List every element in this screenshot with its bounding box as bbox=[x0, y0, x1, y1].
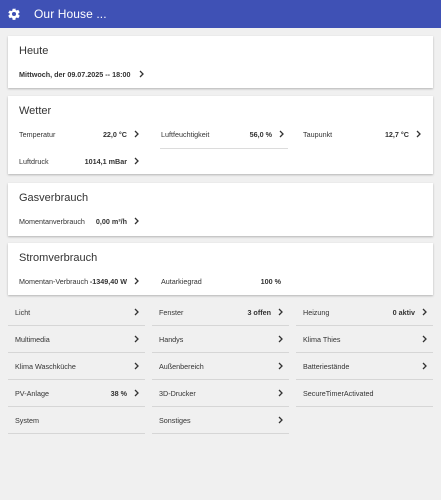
grid-item-handys[interactable]: Handys bbox=[152, 326, 289, 353]
chevron-right-icon bbox=[131, 308, 141, 316]
temperature-value: 22,0 °C bbox=[102, 129, 127, 139]
grid-item-pv-anlage[interactable]: PV-Anlage 38 % bbox=[8, 380, 145, 407]
grid-item-label: Sonstiges bbox=[159, 415, 191, 425]
grid-item-value: 3 offen bbox=[247, 307, 271, 317]
grid-item-multimedia[interactable]: Multimedia bbox=[8, 326, 145, 353]
chevron-right-icon bbox=[131, 157, 141, 165]
grid-item-label: Batteriestände bbox=[303, 361, 350, 371]
chevron-right-icon bbox=[275, 308, 285, 316]
chevron-right-icon bbox=[136, 70, 146, 78]
grid-item-label: System bbox=[15, 415, 39, 425]
dewpoint-row[interactable]: Taupunkt 12,7 °C bbox=[303, 128, 423, 140]
chevron-right-icon bbox=[275, 389, 285, 397]
grid-item-sonstiges[interactable]: Sonstiges bbox=[152, 407, 289, 434]
chevron-right-icon bbox=[275, 362, 285, 370]
chevron-right-icon bbox=[131, 130, 141, 138]
grid-item-klima-thies[interactable]: Klima Thies bbox=[296, 326, 433, 353]
chevron-right-icon bbox=[276, 130, 286, 138]
grid-item-batteriestaende[interactable]: Batteriestände bbox=[296, 353, 433, 380]
date-row[interactable]: Mittwoch, der 09.07.2025 -- 18:00 bbox=[19, 68, 146, 80]
humidity-value: 56,0 % bbox=[249, 129, 272, 139]
grid-item-label: Klima Thies bbox=[303, 334, 341, 344]
chevron-right-icon bbox=[419, 308, 429, 316]
grid-item-label: Multimedia bbox=[15, 334, 50, 344]
card-title-gas: Gasverbrauch bbox=[19, 192, 89, 204]
power-current-value: -1349,40 W bbox=[89, 276, 127, 286]
divider bbox=[160, 148, 288, 149]
chevron-right-icon bbox=[131, 362, 141, 370]
card-gas: Gasverbrauch Momentanverbrauch 0,00 m³/h bbox=[8, 183, 433, 236]
card-title-heute: Heute bbox=[19, 45, 49, 57]
dewpoint-value: 12,7 °C bbox=[384, 129, 409, 139]
gas-current-row[interactable]: Momentanverbrauch 0,00 m³/h bbox=[19, 215, 141, 227]
grid-item-label: Außenbereich bbox=[159, 361, 204, 371]
app-title: Our House ... bbox=[34, 7, 107, 21]
chevron-right-icon bbox=[275, 335, 285, 343]
pressure-row[interactable]: Luftdruck 1014,1 mBar bbox=[19, 155, 141, 167]
grid-item-label: Klima Waschküche bbox=[15, 361, 76, 371]
grid-item-value: 38 % bbox=[110, 388, 127, 398]
gear-icon[interactable] bbox=[7, 7, 21, 21]
humidity-row[interactable]: Luftfeuchtigkeit 56,0 % bbox=[161, 128, 286, 140]
pressure-value: 1014,1 mBar bbox=[84, 156, 127, 166]
grid-item-label: 3D-Drucker bbox=[159, 388, 196, 398]
temperature-label: Temperatur bbox=[19, 129, 56, 139]
grid-item-label: SecureTimerActivated bbox=[303, 388, 374, 398]
grid-item-label: Heizung bbox=[303, 307, 330, 317]
grid-item-securetimer[interactable]: SecureTimerActivated bbox=[296, 380, 433, 407]
chevron-right-icon bbox=[419, 362, 429, 370]
autarky-value: 100 % bbox=[260, 276, 281, 286]
grid-item-heizung[interactable]: Heizung 0 aktiv bbox=[296, 299, 433, 326]
pressure-label: Luftdruck bbox=[19, 156, 49, 166]
grid-item-klima-waschkueche[interactable]: Klima Waschküche bbox=[8, 353, 145, 380]
gas-current-label: Momentanverbrauch bbox=[19, 216, 85, 226]
grid-item-system[interactable]: System bbox=[8, 407, 145, 434]
grid-item-licht[interactable]: Licht bbox=[8, 299, 145, 326]
power-current-row[interactable]: Momentan-Verbrauch -1349,40 W bbox=[19, 275, 141, 287]
gas-current-value: 0,00 m³/h bbox=[95, 216, 127, 226]
chevron-right-icon bbox=[419, 335, 429, 343]
dewpoint-label: Taupunkt bbox=[303, 129, 333, 139]
chevron-right-icon bbox=[131, 335, 141, 343]
grid-item-aussenbereich[interactable]: Außenbereich bbox=[152, 353, 289, 380]
card-wetter: Wetter Temperatur 22,0 °C Luftfeuchtigke… bbox=[8, 96, 433, 174]
autarky-row: Autarkiegrad 100 % bbox=[161, 275, 281, 287]
grid-item-label: Fenster bbox=[159, 307, 184, 317]
card-title-wetter: Wetter bbox=[19, 105, 52, 117]
chevron-right-icon bbox=[275, 416, 285, 424]
chevron-right-icon bbox=[131, 389, 141, 397]
temperature-row[interactable]: Temperatur 22,0 °C bbox=[19, 128, 141, 140]
humidity-label: Luftfeuchtigkeit bbox=[161, 129, 210, 139]
power-current-label: Momentan-Verbrauch bbox=[19, 276, 89, 286]
date-label: Mittwoch, der 09.07.2025 -- 18:00 bbox=[19, 69, 131, 79]
chevron-right-icon bbox=[131, 277, 141, 285]
grid-item-label: PV-Anlage bbox=[15, 388, 49, 398]
chevron-right-icon bbox=[131, 217, 141, 225]
app-bar: Our House ... bbox=[0, 0, 441, 28]
card-title-strom: Stromverbrauch bbox=[19, 252, 98, 264]
card-heute: Heute Mittwoch, der 09.07.2025 -- 18:00 bbox=[8, 36, 433, 88]
grid-item-label: Licht bbox=[15, 307, 31, 317]
chevron-right-icon bbox=[413, 130, 423, 138]
grid-item-fenster[interactable]: Fenster 3 offen bbox=[152, 299, 289, 326]
autarky-label: Autarkiegrad bbox=[161, 276, 202, 286]
grid-item-value: 0 aktiv bbox=[392, 307, 415, 317]
grid-item-3d-drucker[interactable]: 3D-Drucker bbox=[152, 380, 289, 407]
grid-item-label: Handys bbox=[159, 334, 184, 344]
card-strom: Stromverbrauch Momentan-Verbrauch -1349,… bbox=[8, 243, 433, 295]
